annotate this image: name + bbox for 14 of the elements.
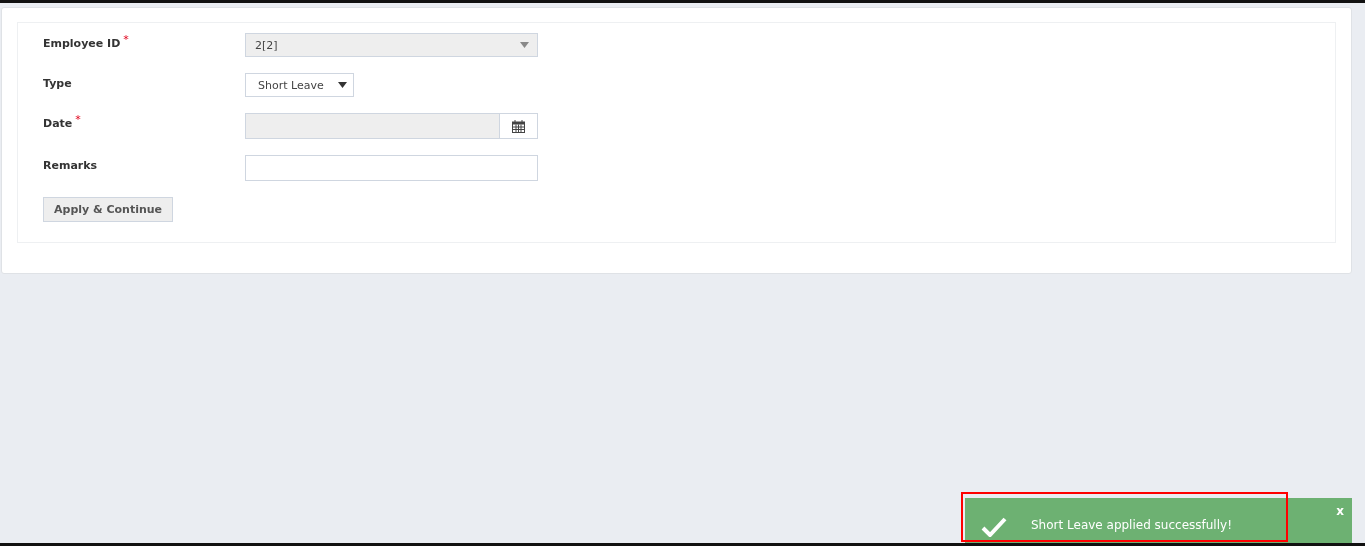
apply-button[interactable]: Apply & Continue: [43, 197, 174, 222]
field-label: Employee ID: [43, 36, 121, 50]
toast-message: Short Leave applied successfully!: [1031, 517, 1232, 532]
caret-icon: [520, 42, 529, 48]
type-select[interactable]: Short Leave: [245, 73, 354, 97]
check-icon: [981, 517, 1007, 537]
calendar-icon: [512, 119, 525, 133]
required-mark: *: [75, 113, 81, 128]
field-label: Type: [43, 76, 72, 90]
caret-icon: [338, 82, 347, 88]
required-mark: *: [123, 33, 129, 48]
field-label: Remarks: [43, 158, 98, 172]
remarks-field[interactable]: [245, 155, 538, 181]
field-label: Date: [43, 116, 73, 130]
